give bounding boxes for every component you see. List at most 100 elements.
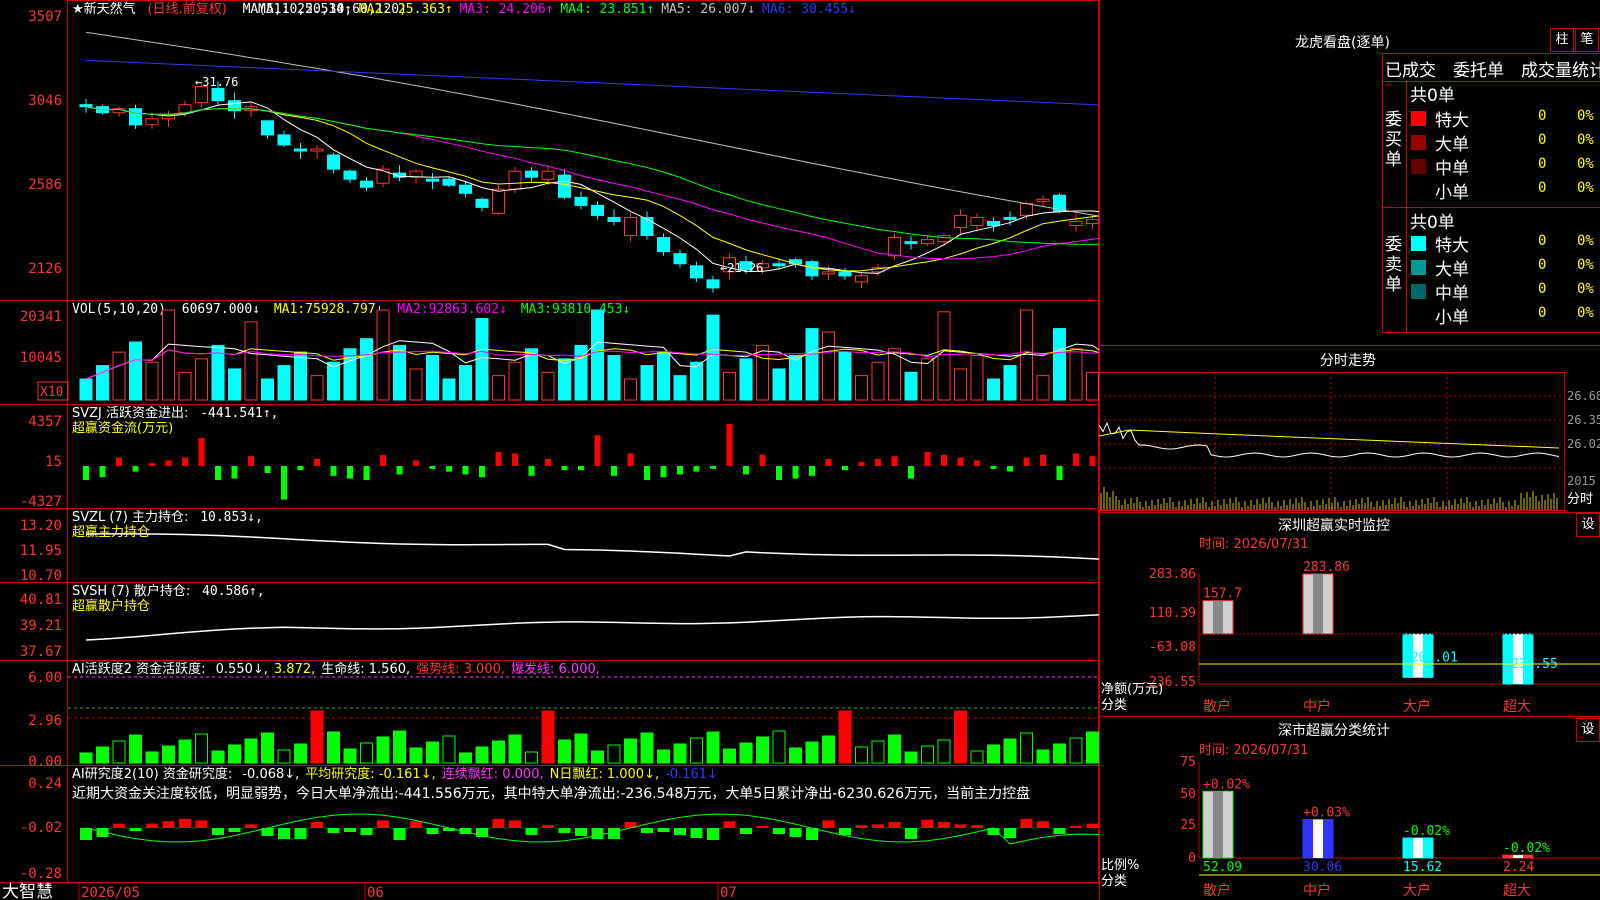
activity-bar [871, 740, 885, 764]
order-percent: 0% [1577, 180, 1594, 196]
flow-bar [545, 459, 551, 466]
candle-body [640, 216, 654, 237]
svg-text:AI研究度2(10) 资金研究度: -0.068↓,: AI研究度2(10) 资金研究度: -0.068↓, 平均研究度: -0.161↓… [72, 766, 718, 782]
flow-bar [644, 466, 650, 480]
ma-value: MA3: 24.206↑ [460, 2, 554, 17]
svg-text:时间: 2026/07/31: 时间: 2026/07/31 [1199, 537, 1308, 552]
research-bar [509, 820, 521, 828]
activity-bar [954, 710, 967, 764]
activity-bar [327, 731, 340, 764]
tick-view-button[interactable]: 笔 [1575, 28, 1599, 52]
tab-executed[interactable]: 已成交 [1385, 56, 1436, 81]
flow-bar [842, 466, 848, 471]
candle-body [706, 279, 720, 289]
flow-bar [941, 454, 947, 466]
activity-bar [393, 730, 406, 764]
candle-body [673, 253, 687, 265]
volume-bar [673, 375, 687, 401]
ai-activity-panel: AI活跃度2 资金活跃度: 0.550↓, 3.872, 生命线: 1.560, 强势… [28, 661, 1099, 770]
svg-text:4357: 4357 [28, 414, 62, 430]
retail-position-line [85, 613, 1100, 641]
classify-bar-chart: 时间: 2026/07/31 75 50 25 0 比例% 分类 +0.02% 5… [1101, 743, 1600, 899]
flow-bar [891, 456, 898, 466]
classify-category-label: 超大 [1503, 883, 1531, 899]
monitor-value-label: -205.01 [1403, 650, 1458, 665]
flow-bar [413, 460, 419, 466]
candle-body [426, 178, 439, 182]
flow-bar [611, 466, 617, 476]
order-size-label: 中单 [1435, 159, 1469, 179]
tab-orders[interactable]: 委托单 [1453, 56, 1504, 81]
research-bar [756, 826, 769, 828]
research-bar [575, 828, 587, 836]
flow-bar [330, 466, 337, 476]
volume-bar [756, 344, 769, 401]
svg-text:6.00: 6.00 [28, 670, 62, 686]
ma-values: MA1: 25.514↑ MA2: 25.363↑ MA3: 24.206↑ MA4:… [258, 2, 856, 17]
order-size-label: 大单 [1435, 135, 1469, 155]
activity-bar [1069, 737, 1083, 764]
research-bar [146, 823, 158, 828]
price-axis: 3507 3046 2586 2126 [28, 9, 62, 277]
research-bar [806, 828, 818, 840]
candle-body [954, 214, 967, 229]
flow-bar [83, 466, 89, 480]
svg-text:37.67: 37.67 [20, 644, 62, 660]
intraday-average-line [1099, 429, 1560, 449]
flow-bar [561, 466, 568, 471]
volume-bar [294, 351, 307, 401]
research-bar [690, 828, 703, 838]
svg-text:25: 25 [1180, 818, 1196, 833]
research-bar [1004, 828, 1016, 838]
order-color-swatch [1411, 284, 1426, 299]
monitor-title: 深圳超赢实时监控 [1278, 518, 1390, 534]
activity-bar [294, 743, 307, 764]
order-size-label: 中单 [1435, 284, 1469, 304]
activity-bar [343, 748, 357, 764]
activity-bar [129, 734, 142, 764]
candle-body [904, 241, 918, 245]
classify-value-label: 52.09 [1203, 860, 1242, 875]
activity-bar [739, 742, 753, 764]
svg-text:39.21: 39.21 [20, 618, 62, 634]
candle-body [921, 239, 934, 245]
research-bar [228, 828, 241, 832]
volume-bar [838, 351, 852, 401]
flow-bar [182, 457, 188, 466]
classify-category-label: 大户 [1403, 882, 1431, 899]
activity-bar [789, 747, 802, 764]
main-position-line [85, 533, 1100, 560]
svg-text:比例%: 比例% [1101, 858, 1139, 873]
svg-text:-0.02: -0.02 [20, 820, 62, 836]
volume-bar [492, 375, 505, 401]
order-color-swatch [1411, 135, 1426, 150]
ma-line-30 [85, 106, 1100, 245]
activity-bar [937, 739, 951, 764]
order-percent: 0% [1577, 233, 1594, 249]
candle-body [574, 196, 588, 206]
order-percent: 0% [1577, 132, 1594, 148]
activity-bar [1003, 738, 1017, 764]
monitor-value-label: 283.86 [1303, 560, 1350, 575]
activity-bar [508, 734, 522, 764]
activity-bar [706, 731, 720, 764]
research-bar [558, 828, 571, 833]
tab-volume-stats[interactable]: 成交量统计 [1521, 56, 1600, 81]
column-view-button[interactable]: 柱 [1550, 28, 1574, 52]
ma-value: MA2: 25.363↑ [359, 2, 453, 17]
svg-text:07: 07 [720, 885, 737, 900]
volume-bar [162, 309, 175, 401]
svg-text:分类: 分类 [1101, 874, 1127, 889]
volume-bar [937, 311, 951, 401]
activity-bar [1036, 749, 1050, 764]
monitor-category-label: 大户 [1403, 698, 1431, 714]
candle-body [442, 178, 456, 186]
candle-body [145, 118, 159, 126]
svg-text:超赢散户持仓: 超赢散户持仓 [72, 598, 150, 614]
activity-bar [624, 738, 637, 764]
flow-bar [380, 454, 386, 466]
classify-settings-button[interactable]: 设 [1576, 718, 1600, 742]
volume-bar [1003, 365, 1017, 401]
volume-bar [393, 344, 406, 401]
main-chart-area[interactable]: 3507 3046 2586 2126 ★新天然气 (日线,前复权) MA(5,… [0, 0, 1100, 900]
